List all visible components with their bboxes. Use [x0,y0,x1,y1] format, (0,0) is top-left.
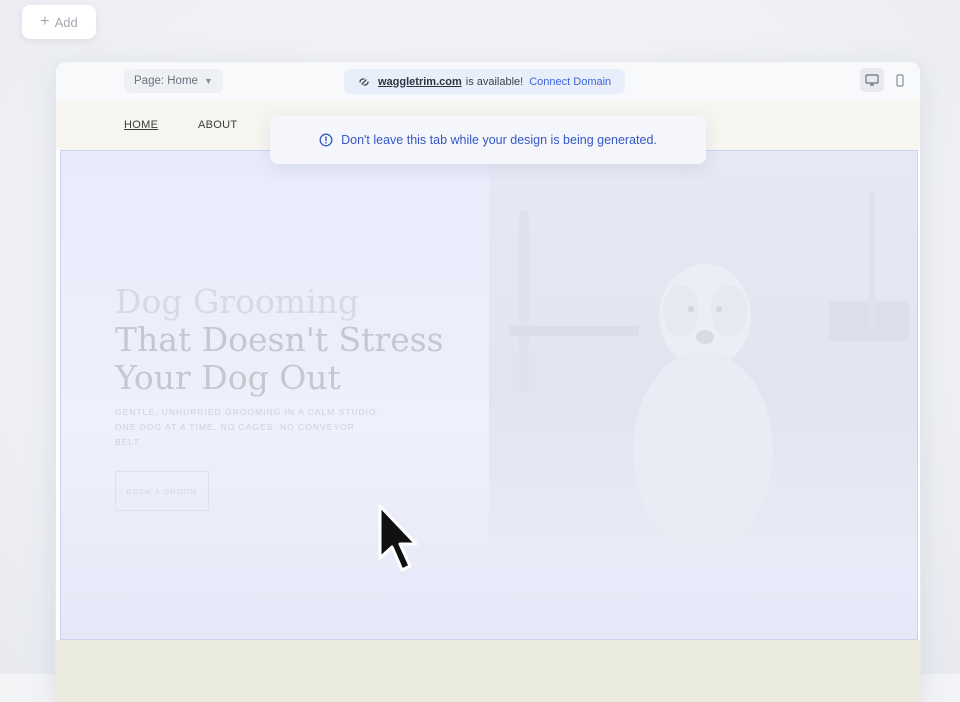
next-section-band [56,640,920,702]
page-selector-label: Page: Home [134,75,198,87]
desktop-icon [865,74,879,86]
generation-notice-text: Don't leave this tab while your design i… [341,133,657,147]
desktop-view-button[interactable] [860,68,884,92]
domain-name[interactable]: waggletrim.com [378,76,462,88]
add-button[interactable]: + Add [22,5,96,39]
editor-toolbar: Page: Home ▼ waggletrim.com is available… [56,62,920,101]
hero-title-line-2: That Doesn't Stress [115,320,444,359]
hero-title: Dog Grooming That Doesn't Stress Your Do… [115,283,495,397]
device-switcher [860,68,912,92]
hero-subtitle: GENTLE, UNHURRIED GROOMING IN A CALM STU… [115,407,381,447]
info-icon [319,133,333,147]
page-selector[interactable]: Page: Home ▼ [124,69,223,93]
connect-domain-link[interactable]: Connect Domain [529,76,611,88]
mouse-pointer-icon [378,504,418,572]
hero-title-line-1: Dog Grooming [115,282,360,321]
nav-about-link[interactable]: ABOUT [198,119,237,131]
hero-dog-image [489,151,917,551]
domain-availability-text: is available! [465,75,524,88]
hero-section: Dog Grooming That Doesn't Stress Your Do… [60,150,918,640]
plus-icon: + [40,13,50,30]
dog-photo-placeholder [509,191,909,551]
add-button-label: Add [54,14,78,30]
mobile-view-button[interactable] [888,68,912,92]
mobile-icon [896,73,904,87]
generation-notice: Don't leave this tab while your design i… [270,116,706,164]
domain-link-icon [359,77,369,86]
domain-banner: waggletrim.com is available! Connect Dom… [344,69,626,94]
chevron-down-icon: ▼ [203,76,213,86]
hero-title-line-3: Your Dog Out [115,358,341,397]
hero-cta-button[interactable]: BOOK A GROOM [115,471,209,511]
nav-home-link[interactable]: HOME [124,119,158,131]
